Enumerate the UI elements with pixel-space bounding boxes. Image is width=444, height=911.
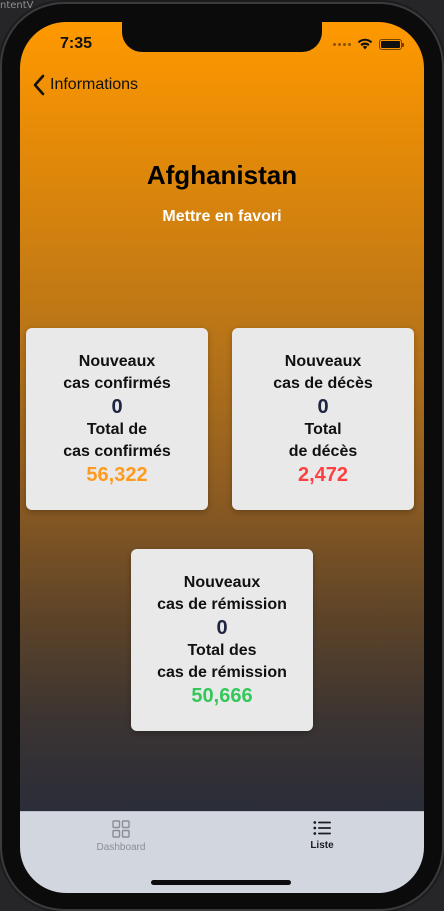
- card-label: Total des: [187, 642, 257, 659]
- card-label: cas de décès: [273, 375, 373, 392]
- battery-icon: [379, 38, 404, 50]
- tab-liste-label: Liste: [310, 840, 334, 851]
- total-recovered-value: 50,666: [191, 685, 253, 707]
- status-time: 7:35: [60, 35, 93, 52]
- tab-dashboard-label: Dashboard: [96, 842, 146, 853]
- card-label: Nouveaux: [183, 574, 261, 591]
- total-confirmed-value: 56,322: [86, 464, 148, 486]
- back-button-label: Informations: [50, 76, 139, 93]
- tab-liste[interactable]: Liste: [272, 820, 372, 851]
- deaths-card: Nouveaux cas de décès 0 Total de décès 2…: [232, 328, 414, 510]
- new-deaths-value: 0: [317, 396, 329, 418]
- list-icon: [313, 821, 331, 835]
- new-confirmed-value: 0: [111, 396, 123, 418]
- card-label: cas confirmés: [63, 443, 171, 460]
- back-button[interactable]: Informations: [32, 74, 138, 96]
- cellular-signal-icon: [333, 42, 351, 46]
- iphone-frame: 7:35 Informations Afghanistan Mettre en …: [2, 4, 442, 909]
- grid-icon: [112, 820, 130, 838]
- country-title: Afghanistan: [146, 160, 298, 190]
- home-indicator: [151, 880, 291, 885]
- card-label: cas de rémission: [157, 596, 287, 613]
- card-label: de décès: [288, 443, 358, 460]
- card-label: Nouveaux: [78, 353, 156, 370]
- status-icons: [333, 38, 404, 50]
- card-label: cas de rémission: [157, 664, 287, 681]
- card-label: cas confirmés: [63, 375, 171, 392]
- device-notch: [122, 22, 322, 52]
- card-label: Total de: [86, 421, 148, 438]
- chevron-left-icon: [33, 74, 45, 96]
- recovered-card: Nouveaux cas de rémission 0 Total des ca…: [131, 549, 313, 731]
- total-deaths-value: 2,472: [297, 464, 349, 486]
- new-recovered-value: 0: [216, 617, 228, 639]
- favorite-button[interactable]: Mettre en favori: [20, 208, 424, 226]
- wifi-icon: [357, 38, 373, 50]
- card-label: Nouveaux: [284, 353, 362, 370]
- app-screen: 7:35 Informations Afghanistan Mettre en …: [20, 22, 424, 893]
- tab-bar: Dashboard Liste: [20, 811, 424, 893]
- tab-dashboard[interactable]: Dashboard: [71, 820, 171, 853]
- card-label: Total: [304, 421, 342, 438]
- confirmed-card: Nouveaux cas confirmés 0 Total de cas co…: [26, 328, 208, 510]
